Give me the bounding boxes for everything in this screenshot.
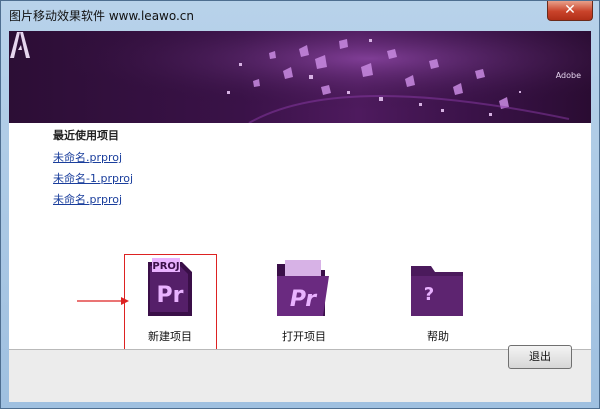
title-bar[interactable]: 图片移动效果软件 www.leawo.cn ✕ (1, 1, 599, 27)
help-label: 帮助 (427, 330, 449, 343)
exit-button[interactable]: 退出 (508, 345, 572, 369)
footer-bar (9, 350, 591, 402)
new-project-icon-text: Pr (157, 283, 184, 308)
open-folder-icon: Pr (277, 260, 329, 316)
startup-window: 图片移动效果软件 www.leawo.cn ✕ Adobe 最近使用项目 未命名… (0, 0, 600, 409)
red-arrow-annotation (77, 297, 129, 305)
open-folder-icon-text: Pr (290, 287, 317, 312)
recent-project-link[interactable]: 未命名-1.prproj (53, 170, 133, 186)
open-project-label: 打开项目 (282, 330, 326, 343)
recent-projects: 最近使用项目 未命名.prproj 未命名-1.prproj 未命名.prpro… (53, 127, 133, 212)
client-area: Adobe 最近使用项目 未命名.prproj 未命名-1.prproj 未命名… (9, 31, 591, 402)
help-button[interactable]: ? 帮助 (393, 256, 483, 344)
banner: Adobe (9, 31, 591, 123)
open-project-button[interactable]: Pr 打开项目 (259, 256, 349, 344)
help-folder-icon-text: ? (424, 284, 434, 305)
new-project-icon-tab-text: PROJ (152, 261, 179, 272)
recent-project-link[interactable]: 未命名.prproj (53, 149, 133, 165)
new-project-label: 新建项目 (148, 330, 192, 343)
new-project-icon: PROJ Pr (148, 258, 192, 316)
close-button[interactable]: ✕ (547, 1, 593, 21)
new-project-button[interactable]: PROJ Pr 新建项目 (125, 256, 215, 344)
recent-project-link[interactable]: 未命名.prproj (53, 191, 133, 207)
recent-projects-heading: 最近使用项目 (53, 129, 119, 142)
adobe-brand-text: Adobe (555, 71, 581, 80)
adobe-logo-icon (10, 32, 30, 58)
help-folder-icon: ? (411, 266, 463, 316)
window-title: 图片移动效果软件 www.leawo.cn (9, 9, 195, 23)
banner-art (9, 31, 591, 123)
